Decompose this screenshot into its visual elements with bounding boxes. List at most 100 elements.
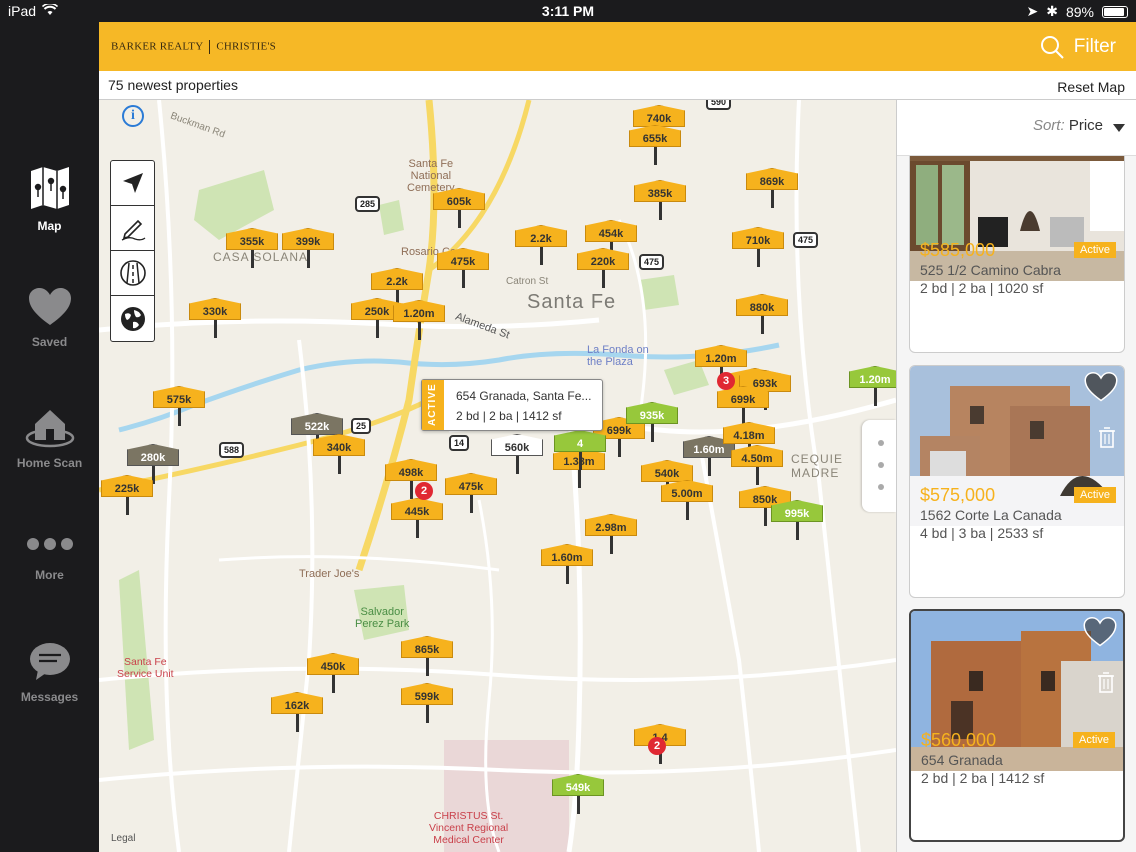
pin-price-label: 599k <box>401 683 453 705</box>
pin-price-label: 522k <box>291 413 343 435</box>
price-pin[interactable]: 549k <box>552 774 604 820</box>
pin-price-label: 995k <box>771 500 823 522</box>
cluster-count-badge[interactable]: 3 <box>717 372 735 390</box>
globe-icon <box>120 306 145 331</box>
price-pin[interactable]: 340k <box>313 434 365 480</box>
price-pin[interactable]: 385k <box>634 180 686 226</box>
pin-price-label: 540k <box>641 460 693 482</box>
cluster-count-badge[interactable]: 2 <box>648 737 666 755</box>
pin-pole <box>332 675 335 693</box>
price-pin[interactable]: 575k <box>153 386 205 432</box>
price-pin[interactable]: 225k <box>101 475 153 521</box>
cluster-count-badge[interactable]: 2 <box>415 482 433 500</box>
price-pin[interactable]: 445k <box>391 498 443 544</box>
price-pin[interactable]: 399k <box>282 228 334 274</box>
price-pin[interactable]: 605k <box>433 188 485 234</box>
nav-item-messages[interactable]: Messages <box>0 642 99 704</box>
price-pin[interactable]: 599k <box>401 683 453 729</box>
pin-price-label: 1.60m <box>541 544 593 566</box>
map-type-button[interactable] <box>111 296 154 341</box>
logo-barker: BARKER REALTY <box>111 40 204 53</box>
draw-button[interactable] <box>111 206 154 251</box>
pin-price-label: 2.2k <box>515 225 567 247</box>
price-pin[interactable]: 4.50m <box>731 445 783 491</box>
listing-facts: 2 bd | 2 ba | 1412 sf <box>921 770 1045 786</box>
price-pin[interactable]: 935k <box>626 402 678 448</box>
pin-pole <box>376 320 379 338</box>
price-pin[interactable]: 560k <box>491 434 543 480</box>
ellipsis-icon <box>26 538 73 550</box>
nav-item-more[interactable]: More <box>0 534 99 582</box>
price-pin[interactable]: 1.20m <box>849 366 896 412</box>
pin-pole <box>214 320 217 338</box>
listing-card-selected[interactable]: $560,000 Active 654 Granada 2 bd | 2 ba … <box>909 609 1125 842</box>
trash-icon[interactable] <box>1098 181 1116 203</box>
map-icon <box>30 167 69 209</box>
price-pin[interactable]: 880k <box>736 294 788 340</box>
pin-price-label: 454k <box>585 220 637 242</box>
pin-pole <box>307 250 310 268</box>
pin-price-label: 4 <box>554 430 606 452</box>
panel-drag-handle[interactable] <box>862 420 896 512</box>
pin-pole <box>757 249 760 267</box>
price-pin[interactable]: 1.60m <box>541 544 593 590</box>
map-view[interactable]: Santa Fe CASA SOLANA Santa Fe National C… <box>99 100 896 852</box>
price-pin[interactable]: 330k <box>189 298 241 344</box>
price-pin[interactable]: 162k <box>271 692 323 738</box>
pin-pole <box>540 247 543 265</box>
price-pin[interactable]: 4 <box>554 430 606 476</box>
price-pin[interactable]: 655k <box>629 125 681 171</box>
price-pin[interactable]: 869k <box>746 168 798 214</box>
pin-pole <box>426 658 429 676</box>
commute-button[interactable] <box>111 251 154 296</box>
trash-icon[interactable] <box>1097 671 1115 693</box>
catron-label: Catron St <box>506 276 549 287</box>
pencil-icon <box>121 219 145 241</box>
status-bar: iPad 3:11 PM ➤ ✱ 89% <box>0 0 1136 22</box>
pin-pole <box>470 495 473 513</box>
price-pin[interactable]: 475k <box>445 473 497 519</box>
property-callout[interactable]: ACTIVE 654 Granada, Santa Fe... 2 bd | 2… <box>421 379 603 431</box>
heart-icon[interactable] <box>1083 617 1117 647</box>
listing-card[interactable]: $575,000 Active 1562 Corte La Canada 4 b… <box>909 365 1125 598</box>
pin-pole <box>458 210 461 228</box>
price-pin[interactable]: 995k <box>771 500 823 546</box>
filter-label: Filter <box>1073 36 1116 57</box>
filter-button[interactable]: Filter <box>1040 35 1116 59</box>
heart-icon[interactable] <box>1084 372 1118 402</box>
pin-price-label: 865k <box>401 636 453 658</box>
pin-pole <box>338 456 341 474</box>
reset-map-button[interactable]: Reset Map <box>1057 79 1125 95</box>
price-pin[interactable]: 475k <box>437 248 489 294</box>
pin-pole <box>579 452 582 470</box>
price-pin[interactable]: 1.20m <box>393 300 445 346</box>
nav-item-saved[interactable]: Saved <box>0 287 99 349</box>
nav-item-home-scan[interactable]: Home Scan <box>0 404 99 470</box>
sort-control[interactable]: Sort: Price <box>897 100 1136 156</box>
locate-button[interactable] <box>111 161 154 206</box>
road-icon <box>119 260 146 286</box>
location-arrow-icon <box>122 173 143 193</box>
pin-price-label: 4.18m <box>723 422 775 444</box>
pin-pole <box>618 439 621 457</box>
pin-price-label: 1.20m <box>393 300 445 322</box>
hospital-label: CHRISTUS St. Vincent Regional Medical Ce… <box>429 810 509 846</box>
nav-label-map: Map <box>37 219 62 233</box>
legal-link[interactable]: Legal <box>111 833 135 844</box>
price-pin[interactable]: 710k <box>732 227 784 273</box>
price-pin[interactable]: 2.2k <box>515 225 567 271</box>
bluetooth-icon: ✱ <box>1046 3 1058 19</box>
listing-panel: Sort: Price $585,000 Active 525 1/2 Cami… <box>896 100 1136 852</box>
info-icon[interactable]: i <box>122 105 144 127</box>
pin-pole <box>516 456 519 474</box>
nav-item-map[interactable]: Map <box>0 165 99 233</box>
price-pin[interactable]: 5.00m <box>661 480 713 526</box>
trash-icon[interactable] <box>1098 426 1116 448</box>
traders-label: Trader Joe's <box>299 568 360 580</box>
price-pin[interactable]: 355k <box>226 228 278 274</box>
price-pin[interactable]: 220k <box>577 248 629 294</box>
pin-price-label: 549k <box>552 774 604 796</box>
price-pin[interactable]: 865k <box>401 636 453 682</box>
pin-pole <box>651 424 654 442</box>
pin-price-label: 220k <box>577 248 629 270</box>
